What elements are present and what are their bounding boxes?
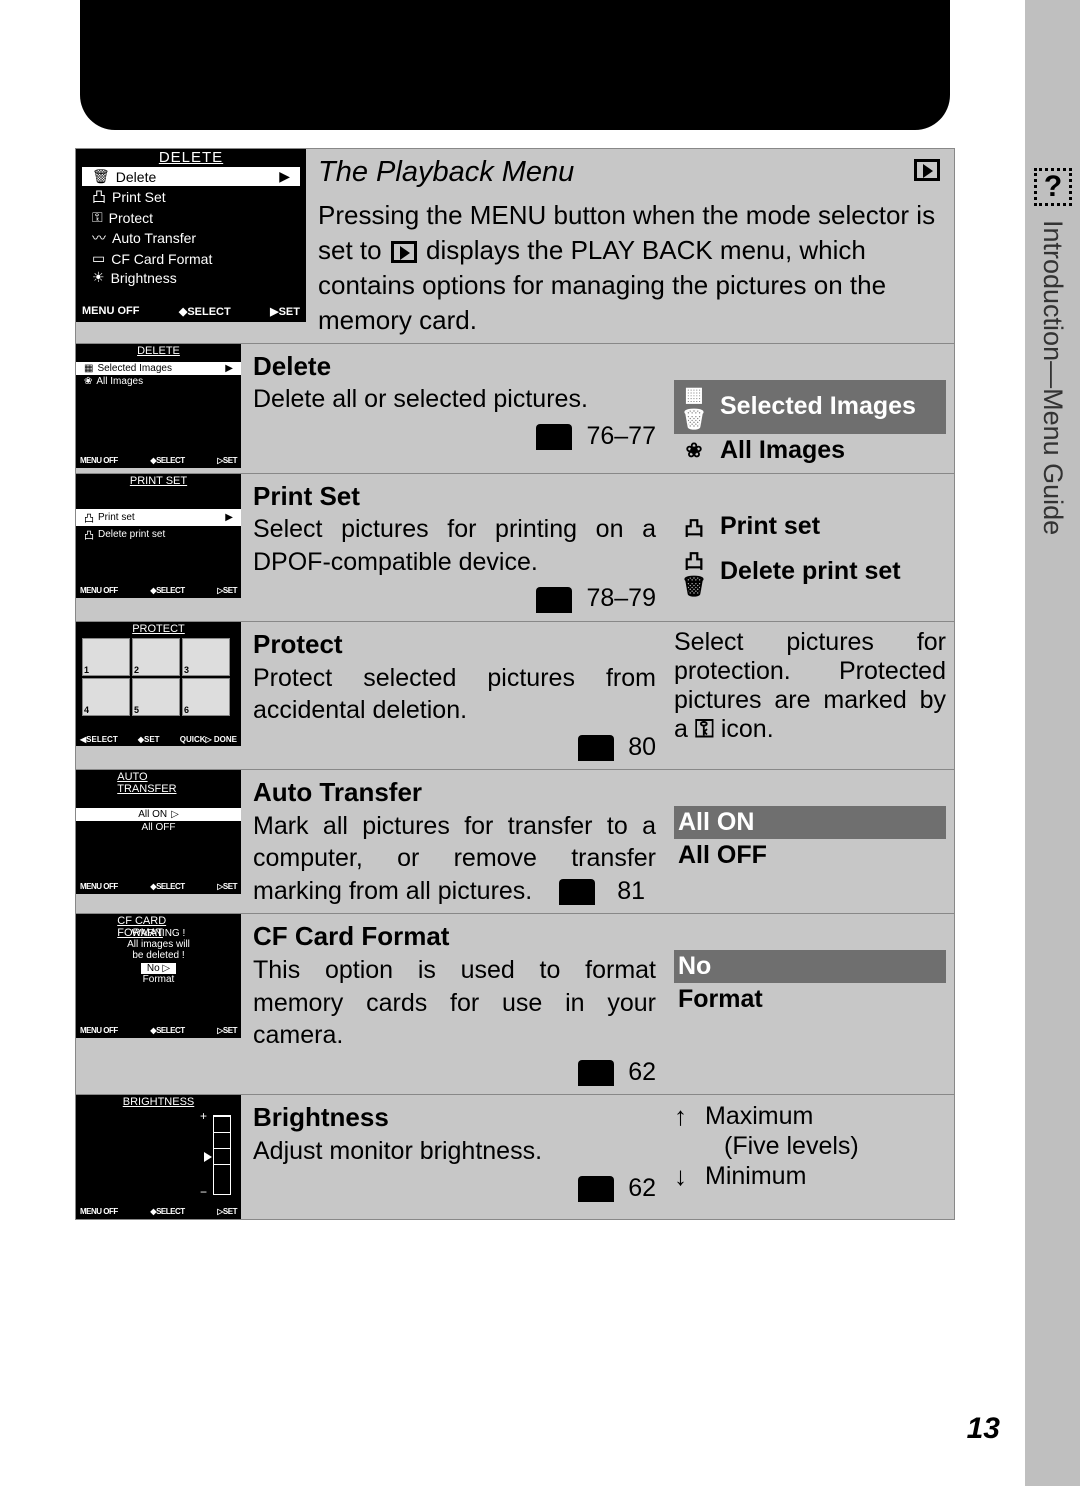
section-brightness: BRIGHTNESS + − MENU OFF◆SELECT▷SET Brigh…	[75, 1094, 955, 1220]
brightness-scale: Maximum (Five levels) Minimum	[666, 1095, 954, 1219]
page-ref-icon	[578, 1060, 614, 1086]
delete-options: ▦🗑Selected Images ❀All Images	[666, 344, 954, 473]
intro-row: DELETE 🗑Delete▶ 凸Print Set ⚿Protect 〰Aut…	[75, 148, 955, 343]
autotransfer-desc: Auto Transfer Mark all pictures for tran…	[241, 770, 666, 913]
arrow-down-icon	[674, 1161, 687, 1192]
main-content: DELETE 🗑Delete▶ 凸Print Set ⚿Protect 〰Aut…	[75, 148, 955, 1220]
section-autotransfer: AUTO TRANSFER All ON ▷ All OFF MENU OFF◆…	[75, 769, 955, 913]
brightness-desc: Brightness Adjust monitor brightness. 62	[241, 1095, 666, 1219]
delete-print-set-icon: 凸🗑	[678, 545, 710, 599]
playback-icon-inline	[391, 241, 417, 263]
screenshot-protect: PROTECT 123 456 ◀SELECT◆SETQUICK▷ DONE	[76, 622, 241, 746]
section-printset: PRINT SET 凸Print set▶ 凸Delete print set …	[75, 473, 955, 621]
arrow-up-icon	[674, 1101, 687, 1132]
intro-text: The Playback Menu Pressing the MENU butt…	[306, 149, 954, 343]
all-images-icon: ❀	[678, 438, 710, 463]
page-ref-icon	[578, 735, 614, 761]
print-set-icon: 凸	[678, 512, 710, 541]
autotransfer-options: All ON All OFF	[666, 770, 954, 913]
thumb-title: DELETE	[159, 149, 223, 166]
cfformat-desc: CF Card Format This option is used to fo…	[241, 914, 666, 1094]
cfformat-options: No Format	[666, 914, 954, 1094]
side-tab-label: Introduction—Menu Guide	[1037, 220, 1068, 535]
protect-note: Select pictures for protection. Protecte…	[666, 622, 954, 769]
page-ref-icon	[536, 587, 572, 613]
printset-options: 凸Print set 凸🗑Delete print set	[666, 474, 954, 621]
printset-desc: Print Set Select pictures for printing o…	[241, 474, 666, 621]
page-ref-icon	[536, 424, 572, 450]
intro-title: The Playback Menu	[318, 153, 944, 192]
protect-desc: Protect Protect selected pictures from a…	[241, 622, 666, 769]
page-ref-icon	[578, 1176, 614, 1202]
screenshot-playback-menu: DELETE 🗑Delete▶ 凸Print Set ⚿Protect 〰Aut…	[76, 149, 306, 322]
screenshot-autotransfer: AUTO TRANSFER All ON ▷ All OFF MENU OFF◆…	[76, 770, 241, 894]
top-black-region	[80, 0, 950, 130]
screenshot-printset: PRINT SET 凸Print set▶ 凸Delete print set …	[76, 474, 241, 598]
page-ref-icon	[559, 879, 595, 905]
screenshot-cfformat: CF CARD FORMAT WARNING ! All images will…	[76, 914, 241, 1038]
key-icon: ⚿	[695, 715, 714, 743]
help-icon: ?	[1034, 168, 1072, 206]
screenshot-brightness: BRIGHTNESS + − MENU OFF◆SELECT▷SET	[76, 1095, 241, 1219]
page-number: 13	[967, 1412, 1000, 1446]
section-delete: DELETE ▦Selected Images▶ ❀All Images MEN…	[75, 343, 955, 473]
side-tab: ? Introduction—Menu Guide	[1025, 0, 1080, 1486]
playback-icon	[914, 159, 940, 181]
screenshot-delete: DELETE ▦Selected Images▶ ❀All Images MEN…	[76, 344, 241, 468]
section-cfformat: CF CARD FORMAT WARNING ! All images will…	[75, 913, 955, 1094]
delete-desc: Delete Delete all or selected pictures. …	[241, 344, 666, 473]
selected-images-icon: ▦🗑	[678, 382, 710, 432]
section-protect: PROTECT 123 456 ◀SELECT◆SETQUICK▷ DONE P…	[75, 621, 955, 769]
